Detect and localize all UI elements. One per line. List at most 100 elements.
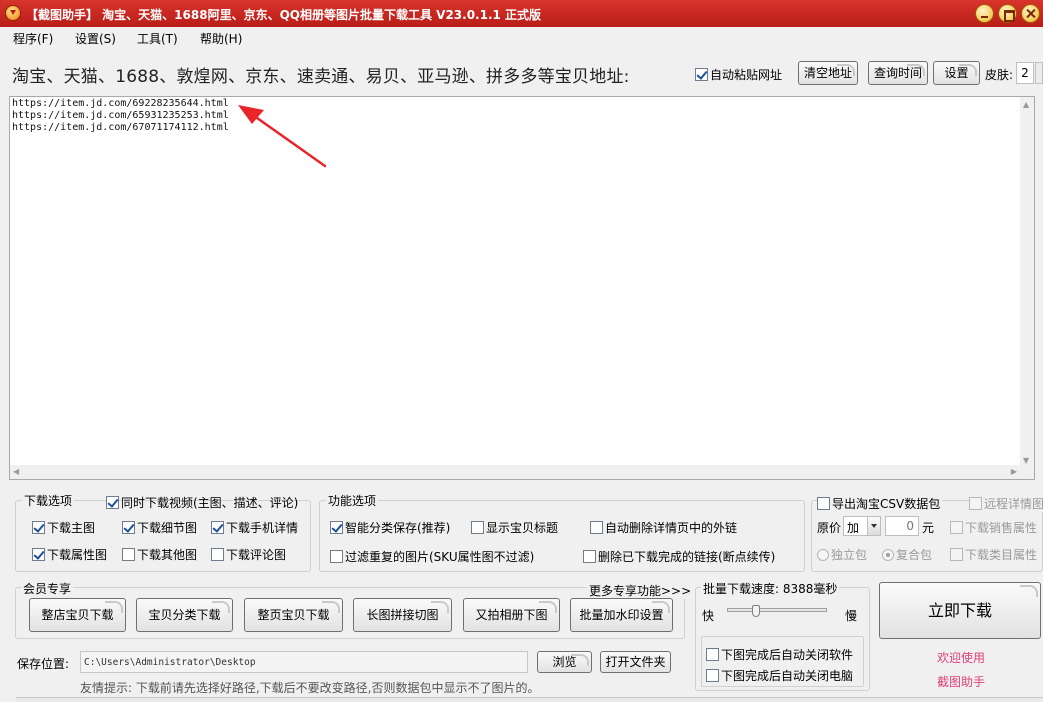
batch-watermark-button[interactable]: 批量加水印设置 bbox=[570, 598, 673, 632]
save-location-label: 保存位置: bbox=[17, 657, 70, 671]
checkbox-icon bbox=[471, 521, 484, 534]
price-operator-value: 加 bbox=[847, 521, 860, 535]
speed-slow-label: 慢 bbox=[845, 609, 858, 623]
export-csv-label: 导出淘宝CSV数据包 bbox=[832, 497, 941, 511]
checkbox-label: 智能分类保存(推荐) bbox=[345, 521, 451, 535]
remove-external-links-checkbox[interactable]: 自动删除详情页中的外链 bbox=[590, 519, 737, 536]
checkbox-label: 下图完成后自动关闭电脑 bbox=[721, 669, 854, 683]
url-line: https://item.jd.com/65931235253.html bbox=[12, 110, 229, 122]
menu-settings[interactable]: 设置(S) bbox=[75, 30, 116, 47]
feature-options-title: 功能选项 bbox=[326, 492, 379, 509]
whole-page-download-button[interactable]: 整页宝贝下载 bbox=[244, 598, 343, 632]
more-features-link[interactable]: 更多专享功能>>> bbox=[587, 582, 694, 599]
url-line: https://item.jd.com/67071174112.html bbox=[12, 122, 229, 134]
menu-tools[interactable]: 工具(T) bbox=[137, 30, 178, 47]
long-image-stitch-button[interactable]: 长图拼接切图 bbox=[353, 598, 452, 632]
download-mobile-detail-checkbox[interactable]: 下载手机详情 bbox=[211, 519, 298, 536]
scroll-up-icon[interactable]: ▲ bbox=[1023, 100, 1029, 109]
menu-program[interactable]: 程序(F) bbox=[13, 30, 53, 47]
vertical-scrollbar[interactable]: ▲ ▼ bbox=[1020, 97, 1034, 467]
save-path-input[interactable]: C:\Users\Administrator\Desktop bbox=[80, 651, 528, 673]
combined-package-radio[interactable]: 复合包 bbox=[882, 546, 932, 563]
title-bar: 【截图助手】 淘宝、天猫、1688阿里、京东、QQ相册等图片批量下载工具 V23… bbox=[0, 0, 1043, 27]
scroll-down-icon[interactable]: ▼ bbox=[1023, 456, 1029, 465]
menu-bar: 程序(F) 设置(S) 工具(T) 帮助(H) bbox=[0, 27, 1043, 46]
download-other-image-checkbox[interactable]: 下载其他图 bbox=[122, 546, 197, 563]
checkbox-label: 过滤重复的图片(SKU属性图不过滤) bbox=[345, 550, 535, 564]
checkbox-icon bbox=[950, 521, 963, 534]
checkbox-icon bbox=[122, 548, 135, 561]
delete-finished-links-checkbox[interactable]: 删除已下载完成的链接(断点续传) bbox=[583, 548, 775, 565]
speed-slider-handle[interactable] bbox=[752, 605, 760, 617]
radio-icon bbox=[817, 549, 829, 561]
filter-duplicate-images-checkbox[interactable]: 过滤重复的图片(SKU属性图不过滤) bbox=[330, 548, 534, 565]
smart-category-save-checkbox[interactable]: 智能分类保存(推荐) bbox=[330, 519, 450, 536]
download-attribute-image-checkbox[interactable]: 下载属性图 bbox=[32, 546, 107, 563]
checkbox-icon bbox=[695, 68, 708, 81]
member-title: 会员专享 bbox=[21, 580, 74, 597]
download-options-title: 下载选项 bbox=[22, 492, 75, 509]
url-textarea[interactable]: https://item.jd.com/69228235644.html htt… bbox=[9, 96, 1035, 480]
clear-urls-button[interactable]: 清空地址 bbox=[798, 61, 858, 85]
chevron-down-icon bbox=[867, 517, 880, 535]
checkbox-icon bbox=[106, 496, 119, 509]
menu-help[interactable]: 帮助(H) bbox=[200, 30, 242, 47]
checkbox-icon bbox=[32, 548, 45, 561]
radio-label: 独立包 bbox=[831, 548, 868, 562]
minimize-button[interactable] bbox=[975, 4, 994, 23]
radio-label: 复合包 bbox=[896, 548, 933, 562]
checkbox-icon bbox=[330, 521, 343, 534]
show-item-title-checkbox[interactable]: 显示宝贝标题 bbox=[471, 519, 558, 536]
skin-label: 皮肤: bbox=[985, 68, 1014, 82]
horizontal-scrollbar[interactable]: ◀ ▶ bbox=[10, 465, 1020, 479]
checkbox-label: 自动删除详情页中的外链 bbox=[605, 521, 738, 535]
app-logo-icon bbox=[5, 5, 21, 21]
checkbox-label: 下载其他图 bbox=[137, 548, 198, 562]
download-sales-attr-checkbox[interactable]: 下载销售属性 bbox=[950, 519, 1037, 536]
download-category-attr-checkbox[interactable]: 下载类目属性 bbox=[950, 546, 1037, 563]
friendly-tip: 友情提示: 下载前请先选择好路径,下载后不要改变路径,否则数据包中显示不了图片的… bbox=[80, 681, 540, 695]
checkbox-label: 删除已下载完成的链接(断点续传) bbox=[598, 550, 776, 564]
category-download-button[interactable]: 宝贝分类下载 bbox=[136, 598, 233, 632]
price-operator-select[interactable]: 加 bbox=[843, 516, 881, 536]
checkbox-icon bbox=[706, 648, 719, 661]
speed-slider-track[interactable] bbox=[727, 608, 827, 612]
scroll-left-icon[interactable]: ◀ bbox=[13, 467, 19, 476]
checkbox-icon bbox=[122, 521, 135, 534]
export-csv-checkbox[interactable]: 导出淘宝CSV数据包 bbox=[817, 495, 943, 512]
scrollbar-corner bbox=[1020, 465, 1034, 479]
download-detail-image-checkbox[interactable]: 下载细节图 bbox=[122, 519, 197, 536]
remote-detail-checkbox[interactable]: 远程详情图 bbox=[969, 495, 1043, 512]
checkbox-label: 下载细节图 bbox=[137, 521, 198, 535]
remote-detail-label: 远程详情图 bbox=[984, 497, 1043, 511]
maximize-button[interactable] bbox=[998, 4, 1017, 23]
whole-store-download-button[interactable]: 整店宝贝下载 bbox=[29, 598, 126, 632]
auto-close-software-checkbox[interactable]: 下图完成后自动关闭软件 bbox=[706, 646, 853, 663]
checkbox-icon bbox=[950, 548, 963, 561]
download-main-image-checkbox[interactable]: 下载主图 bbox=[32, 519, 95, 536]
download-video-checkbox[interactable]: 同时下载视频(主图、描述、评论) bbox=[106, 494, 298, 511]
auto-close-computer-checkbox[interactable]: 下图完成后自动关闭电脑 bbox=[706, 667, 853, 684]
url-heading: 淘宝、天猫、1688、敦煌网、京东、速卖通、易贝、亚马逊、拼多多等宝贝地址: bbox=[12, 67, 630, 87]
checkbox-label: 下载评论图 bbox=[226, 548, 287, 562]
open-folder-button[interactable]: 打开文件夹 bbox=[600, 651, 671, 673]
query-time-button[interactable]: 查询时间 bbox=[868, 61, 928, 85]
window-title: 【截图助手】 淘宝、天猫、1688阿里、京东、QQ相册等图片批量下载工具 V23… bbox=[26, 8, 542, 22]
download-review-image-checkbox[interactable]: 下载评论图 bbox=[211, 546, 286, 563]
close-button[interactable] bbox=[1021, 4, 1040, 23]
price-unit-label: 元 bbox=[922, 521, 935, 535]
download-now-button[interactable]: 立即下载 bbox=[879, 582, 1041, 639]
skin-spinner[interactable]: 2 bbox=[1016, 62, 1034, 84]
checkbox-label: 显示宝贝标题 bbox=[486, 521, 559, 535]
checkbox-icon bbox=[583, 550, 596, 563]
checkbox-label: 下图完成后自动关闭软件 bbox=[721, 648, 854, 662]
browse-button[interactable]: 浏览 bbox=[537, 651, 592, 673]
settings-button[interactable]: 设置 bbox=[933, 61, 980, 85]
auto-paste-checkbox[interactable]: 自动粘贴网址 bbox=[695, 66, 782, 83]
upai-album-download-button[interactable]: 又拍相册下图 bbox=[463, 598, 560, 632]
skin-spinner-arrows[interactable] bbox=[1035, 62, 1043, 84]
checkbox-icon bbox=[817, 497, 830, 510]
scroll-right-icon[interactable]: ▶ bbox=[1011, 467, 1017, 476]
price-value-input[interactable]: 0 bbox=[885, 516, 919, 536]
independent-package-radio[interactable]: 独立包 bbox=[817, 546, 867, 563]
